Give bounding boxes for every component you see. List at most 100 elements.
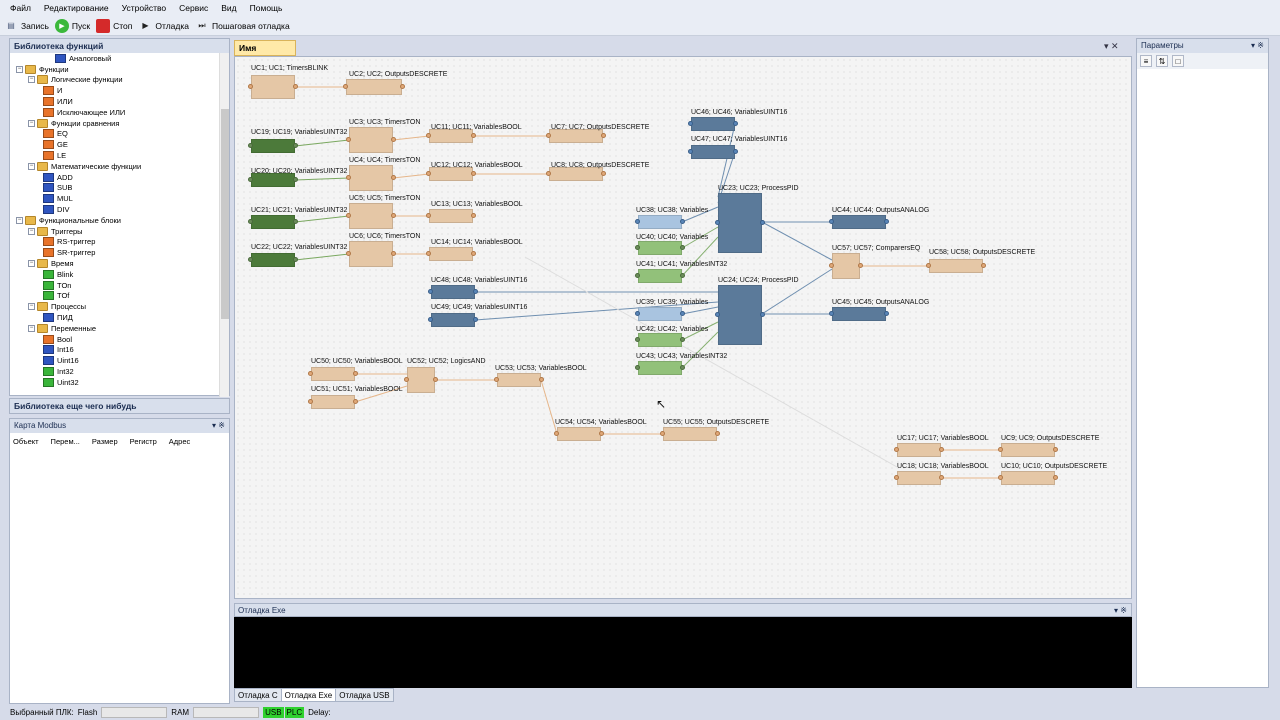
diagram-block[interactable] <box>638 333 682 347</box>
tab-debug-2[interactable]: Отладка USB <box>335 688 394 702</box>
categorized-icon[interactable]: ≡ <box>1140 55 1152 67</box>
diagram-block[interactable] <box>718 193 762 253</box>
diagram-block[interactable] <box>251 75 295 99</box>
connector-pin[interactable] <box>293 177 298 182</box>
tree-item[interactable]: − Переменные <box>10 323 220 334</box>
tree-item[interactable]: ПИД <box>10 312 220 323</box>
tree-item[interactable]: − Процессы <box>10 301 220 312</box>
collapse-icon[interactable]: − <box>28 162 35 170</box>
tree-item[interactable]: − Функции сравнения <box>10 118 220 129</box>
connector-pin[interactable] <box>343 84 348 89</box>
connector-pin[interactable] <box>680 365 685 370</box>
connector-pin[interactable] <box>939 475 944 480</box>
diagram-block[interactable] <box>349 203 393 229</box>
modbus-column-header[interactable]: Перем... <box>51 437 80 446</box>
tree-item[interactable]: MUL <box>10 193 220 204</box>
pin-icon[interactable]: ▾ ※ <box>1114 606 1127 615</box>
connector-pin[interactable] <box>715 312 720 317</box>
connector-pin[interactable] <box>601 133 606 138</box>
tree-scrollbar[interactable] <box>219 53 229 397</box>
tree-item[interactable]: LE <box>10 150 220 161</box>
diagram-block[interactable] <box>638 361 682 375</box>
connector-pin[interactable] <box>248 257 253 262</box>
tree-item[interactable]: − Функции <box>10 64 220 75</box>
connector-pin[interactable] <box>635 337 640 342</box>
connector-pin[interactable] <box>1053 475 1058 480</box>
diagram-canvas[interactable]: UC1; UC1; TimersBLINK UC2; UC2; OutputsDE… <box>234 56 1132 599</box>
diagram-block[interactable] <box>429 209 473 223</box>
tree-item[interactable]: TOf <box>10 291 220 302</box>
diagram-block[interactable] <box>431 313 475 327</box>
collapse-icon[interactable]: − <box>16 216 23 224</box>
tree-item[interactable]: − Триггеры <box>10 226 220 237</box>
connector-pin[interactable] <box>539 377 544 382</box>
diagram-block[interactable] <box>832 307 886 321</box>
diagram-block[interactable] <box>346 79 402 95</box>
diagram-block[interactable] <box>638 215 682 229</box>
connector-pin[interactable] <box>894 447 899 452</box>
connector-pin[interactable] <box>998 475 1003 480</box>
connector-pin[interactable] <box>353 399 358 404</box>
collapse-icon[interactable]: − <box>28 324 35 332</box>
connector-pin[interactable] <box>939 447 944 452</box>
tree-item[interactable]: Uint32 <box>10 377 220 388</box>
connector-pin[interactable] <box>829 219 834 224</box>
connector-pin[interactable] <box>471 133 476 138</box>
connector-pin[interactable] <box>680 245 685 250</box>
connector-pin[interactable] <box>546 133 551 138</box>
connector-pin[interactable] <box>391 137 396 142</box>
diagram-block[interactable] <box>832 253 860 279</box>
connector-pin[interactable] <box>391 251 396 256</box>
diagram-block[interactable] <box>1001 443 1055 457</box>
diagram-block[interactable] <box>832 215 886 229</box>
diagram-block[interactable] <box>497 373 541 387</box>
connector-pin[interactable] <box>426 213 431 218</box>
tree-item[interactable]: DIV <box>10 204 220 215</box>
connector-pin[interactable] <box>680 311 685 316</box>
connector-pin[interactable] <box>635 273 640 278</box>
connector-pin[interactable] <box>308 371 313 376</box>
connector-pin[interactable] <box>680 219 685 224</box>
connector-pin[interactable] <box>433 377 438 382</box>
connector-pin[interactable] <box>635 245 640 250</box>
diagram-block[interactable] <box>897 471 941 485</box>
tab-debug-0[interactable]: Отладка C <box>234 688 282 702</box>
pin-icon[interactable]: ▾ ※ <box>1251 41 1264 51</box>
connector-pin[interactable] <box>346 137 351 142</box>
step-debug-button[interactable]: ⏭ Пошаговая отладка <box>195 19 289 33</box>
close-icon[interactable]: ▾ ✕ <box>1104 41 1119 52</box>
connector-pin[interactable] <box>599 431 604 436</box>
connector-pin[interactable] <box>346 175 351 180</box>
diagram-block[interactable] <box>638 241 682 255</box>
diagram-block[interactable] <box>251 173 295 187</box>
connector-pin[interactable] <box>391 175 396 180</box>
debug-console[interactable] <box>234 617 1132 688</box>
modbus-column-header[interactable]: Размер <box>92 437 118 446</box>
connector-pin[interactable] <box>494 377 499 382</box>
collapse-icon[interactable]: − <box>28 227 35 235</box>
tree-item[interactable]: Uint16 <box>10 355 220 366</box>
tree-item[interactable]: RS-триггер <box>10 237 220 248</box>
tree-item[interactable]: Bool <box>10 334 220 345</box>
connector-pin[interactable] <box>293 257 298 262</box>
modbus-column-header[interactable]: Регистр <box>130 437 157 446</box>
connector-pin[interactable] <box>760 312 765 317</box>
tree-item[interactable]: ИЛИ <box>10 96 220 107</box>
diagram-block[interactable] <box>718 285 762 345</box>
connector-pin[interactable] <box>660 431 665 436</box>
connector-pin[interactable] <box>248 219 253 224</box>
diagram-block[interactable] <box>429 247 473 261</box>
connector-pin[interactable] <box>601 171 606 176</box>
connector-pin[interactable] <box>426 171 431 176</box>
connector-pin[interactable] <box>760 220 765 225</box>
connector-pin[interactable] <box>248 177 253 182</box>
tree-item[interactable]: Аналоговый <box>10 53 220 64</box>
connector-pin[interactable] <box>894 475 899 480</box>
menu-item-4[interactable]: Вид <box>221 3 236 13</box>
connector-pin[interactable] <box>248 143 253 148</box>
connector-pin[interactable] <box>688 149 693 154</box>
tab-debug-1[interactable]: Отладка Exe <box>280 688 337 702</box>
connector-pin[interactable] <box>293 143 298 148</box>
connector-pin[interactable] <box>733 149 738 154</box>
diagram-block[interactable] <box>691 145 735 159</box>
